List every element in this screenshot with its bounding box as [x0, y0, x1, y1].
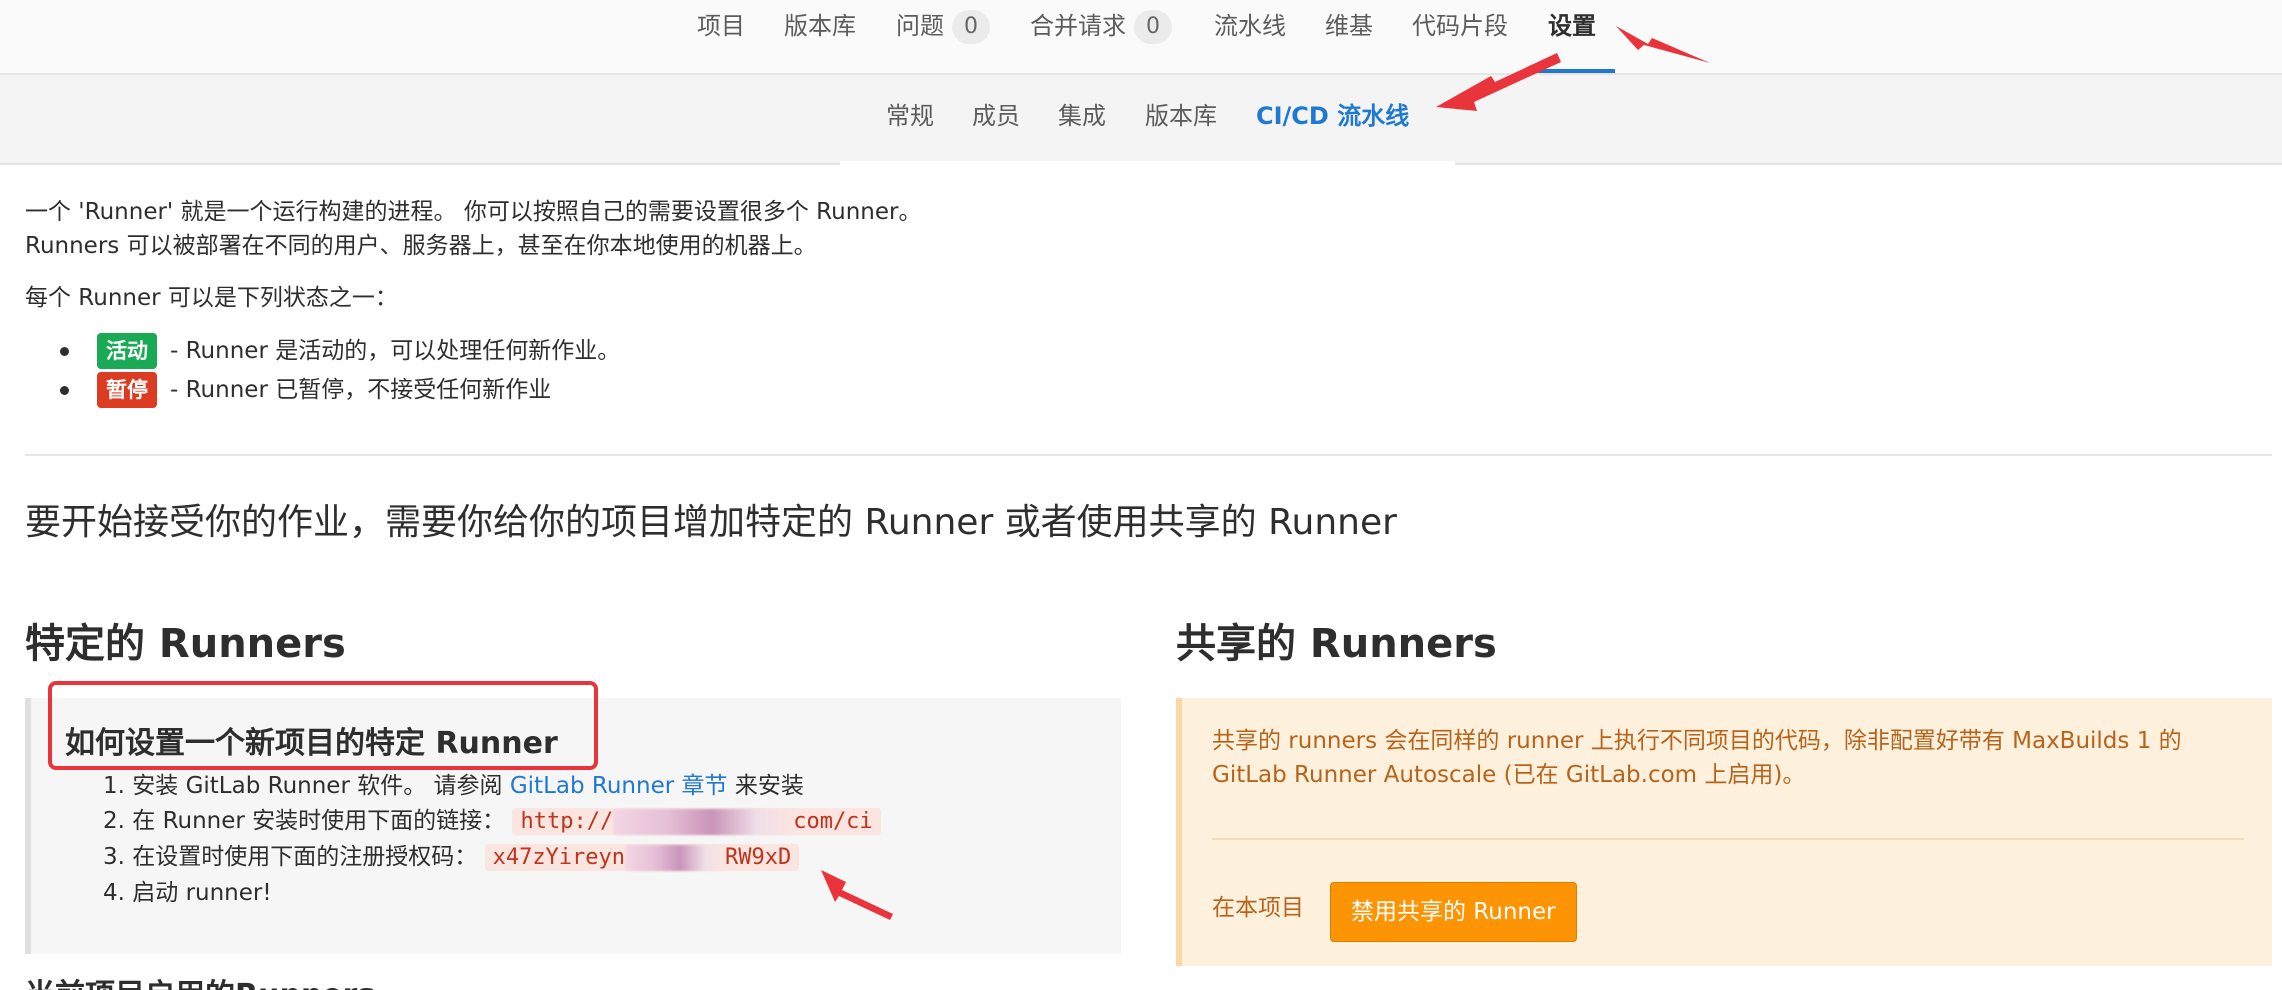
annotation-arrow-settings [1616, 26, 1710, 63]
annotation-arrows [821, 26, 1710, 920]
annotation-arrow-token [821, 870, 893, 920]
annotation-arrow-ci-cd [1436, 53, 1561, 111]
